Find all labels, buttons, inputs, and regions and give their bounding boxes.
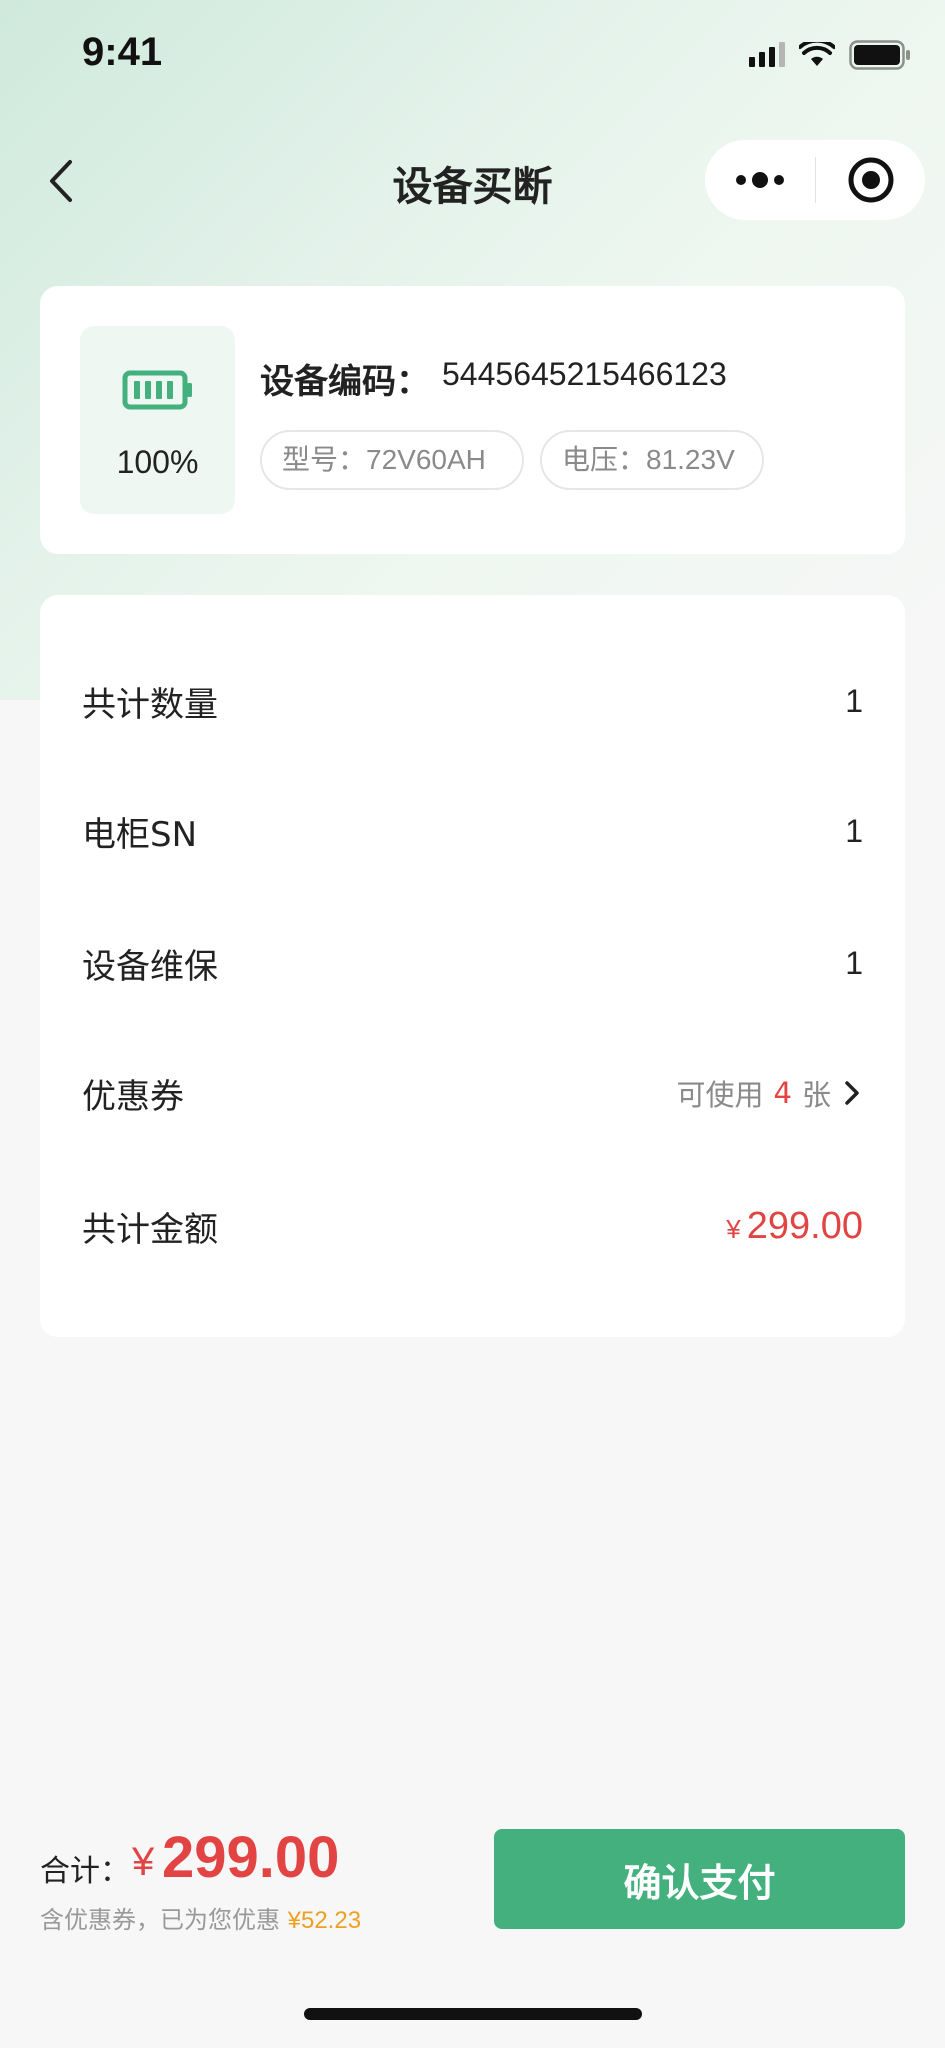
footer-total-amount: 299.00	[162, 1825, 340, 1890]
coupon-unit: 张	[801, 1078, 831, 1112]
footer-total-label: 合计：	[40, 1854, 130, 1889]
order-summary-card: 共计数量 1 电柜SN 1 设备维保 1 优惠券 可使用 4 张 共计金额 ¥2…	[40, 595, 905, 1337]
battery-level-box: 100%	[80, 326, 235, 514]
maintenance-row: 设备维保 1	[82, 933, 863, 993]
more-icon	[736, 172, 784, 188]
cabinet-sn-row: 电柜SN 1	[82, 801, 863, 861]
more-button[interactable]	[705, 140, 815, 220]
mini-program-capsule	[705, 140, 925, 220]
coupon-selector[interactable]: 可使用 4 张	[677, 1072, 863, 1114]
total-amount-number: 299.00	[746, 1204, 863, 1247]
coupon-available-prefix: 可使用	[676, 1078, 764, 1112]
battery-icon	[122, 370, 192, 410]
footer-currency-symbol: ¥	[132, 1840, 155, 1884]
cabinet-sn-label: 电柜SN	[82, 814, 198, 855]
close-button[interactable]	[816, 140, 925, 220]
discount-text: 含优惠券，已为您优惠	[40, 1906, 280, 1934]
device-code-label: 设备编码：	[260, 362, 430, 402]
total-amount-row: 共计金额 ¥299.00	[82, 1196, 863, 1256]
chevron-right-icon	[845, 1081, 859, 1105]
quantity-value: 1	[845, 682, 863, 719]
currency-symbol: ¥	[726, 1213, 741, 1244]
home-indicator	[304, 2008, 642, 2020]
battery-percent: 100%	[116, 444, 199, 480]
cellular-signal-icon	[749, 42, 785, 67]
model-tag: 型号：72V60AH	[260, 430, 524, 490]
coupon-count: 4	[773, 1076, 792, 1110]
coupon-row[interactable]: 优惠券 可使用 4 张	[82, 1063, 863, 1123]
quantity-row: 共计数量 1	[82, 671, 863, 731]
maintenance-label: 设备维保	[82, 946, 218, 987]
battery-status-icon	[849, 40, 910, 70]
wifi-icon	[799, 42, 835, 66]
coupon-label: 优惠券	[82, 1076, 184, 1117]
device-info-card: 100% 设备编码： 5445645215466123 型号：72V60AH 电…	[40, 286, 905, 554]
confirm-payment-button[interactable]: 确认支付	[494, 1829, 905, 1929]
quantity-label: 共计数量	[82, 684, 218, 725]
total-amount-label: 共计金额	[82, 1209, 218, 1250]
status-icons	[749, 40, 911, 70]
discount-amount: ¥52.23	[287, 1907, 362, 1934]
voltage-tag: 电压：81.23V	[540, 430, 764, 490]
device-code-value: 5445645215466123	[442, 356, 727, 392]
discount-note: 含优惠券，已为您优惠 ¥52.23	[40, 1900, 361, 1935]
target-close-icon	[848, 157, 893, 203]
status-bar: 9:41	[0, 0, 945, 110]
cabinet-sn-value: 1	[845, 812, 863, 849]
maintenance-value: 1	[845, 944, 863, 981]
navigation-bar: 设备买断	[0, 130, 945, 230]
status-time: 9:41	[82, 30, 163, 74]
total-amount-value: ¥299.00	[726, 1205, 863, 1248]
